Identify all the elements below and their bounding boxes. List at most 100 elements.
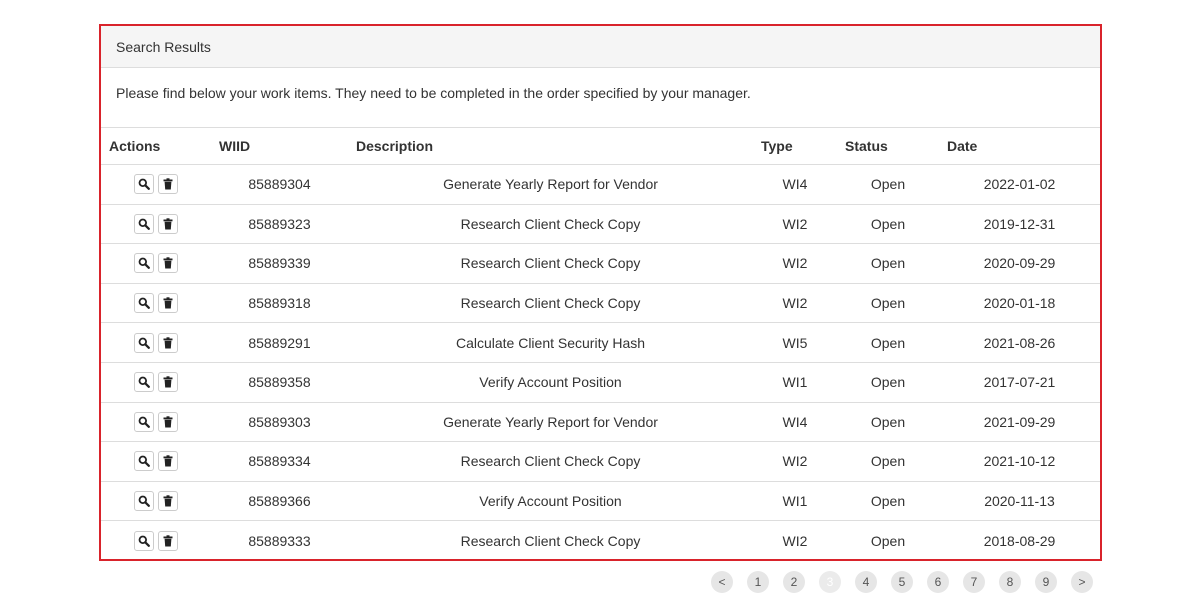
cell-type: WI4 [753,164,837,205]
delete-button[interactable] [158,174,178,195]
page-button-9[interactable]: 9 [1035,571,1057,593]
view-button[interactable] [134,213,154,234]
table-row: 85889304 Generate Yearly Report for Vendo… [101,164,1100,205]
cell-status: Open [837,402,939,443]
cell-type: WI2 [753,441,837,482]
delete-button[interactable] [158,372,178,393]
cell-date: 2021-10-12 [939,441,1100,482]
cell-status: Open [837,164,939,205]
cell-status: Open [837,362,939,403]
row-actions [101,164,211,205]
cell-description: Research Client Check Copy [348,441,753,482]
table-body: 85889304 Generate Yearly Report for Vendo… [101,164,1100,560]
cell-date: 2017-07-21 [939,362,1100,403]
view-button[interactable] [134,174,154,195]
cell-description: Research Client Check Copy [348,243,753,284]
row-actions [101,481,211,522]
cell-wiid: 85889366 [211,481,348,522]
cell-wiid: 85889334 [211,441,348,482]
delete-button[interactable] [158,530,178,551]
delete-button[interactable] [158,491,178,512]
prev-page-button[interactable]: < [711,571,733,593]
cell-date: 2021-08-26 [939,322,1100,363]
cell-wiid: 85889303 [211,402,348,443]
cell-date: 2022-01-02 [939,164,1100,205]
cell-wiid: 85889318 [211,283,348,324]
cell-date: 2021-09-29 [939,402,1100,443]
table-header-row: Actions WIID Description Type Status Dat… [101,128,1100,165]
delete-button[interactable] [158,253,178,274]
cell-type: WI2 [782,532,808,549]
delete-button[interactable] [158,213,178,234]
view-button[interactable] [134,372,154,393]
column-header-status: Status [837,128,939,165]
view-button[interactable] [134,451,154,472]
page-button-2[interactable]: 2 [783,571,805,593]
view-button[interactable] [134,491,154,512]
page-button-8[interactable]: 8 [999,571,1021,593]
cell-description: Generate Yearly Report for Vendor [348,164,753,205]
column-header-wiid: WIID [211,128,348,165]
cell-status: Open [837,243,939,284]
delete-button[interactable] [158,332,178,353]
view-button[interactable] [134,253,154,274]
cell-description: Verify Account Position [348,481,753,522]
cell-type: WI2 [753,243,837,284]
column-header-actions: Actions [101,128,211,165]
cell-wiid: 85889304 [211,164,348,205]
table-row: 85889339 Research Client Check Copy WI2 Ope… [101,243,1100,284]
cell-description: Research Client Check Copy [460,532,641,549]
view-button[interactable] [134,293,154,314]
cell-wiid: 85889339 [211,243,348,284]
table-row: 85889318 Research Client Check Copy WI2 Ope… [101,283,1100,324]
view-button[interactable] [134,332,154,353]
row-actions [101,283,211,324]
cell-type: WI2 [753,283,837,324]
row-actions [101,362,211,403]
page-button-4[interactable]: 4 [855,571,877,593]
cell-type: WI4 [753,402,837,443]
table-row: 85889334 Research Client Check Copy WI2 Ope… [101,441,1100,482]
table-row: 85889366 Verify Account Position WI1 Open 20… [101,481,1100,522]
cell-description: Calculate Client Security Hash [348,322,753,363]
cell-date: 2018-08-29 [983,532,1056,549]
row-actions [101,243,211,284]
column-header-type: Type [753,128,837,165]
view-button[interactable] [134,530,154,551]
delete-button[interactable] [158,411,178,432]
cell-description: Research Client Check Copy [348,283,753,324]
table-row: 85889291 Calculate Client Security Hash WI… [101,322,1100,363]
cell-status: Open [837,441,939,482]
cell-status: Open [837,283,939,324]
cell-description: Research Client Check Copy [348,204,753,245]
next-page-button[interactable]: > [1071,571,1093,593]
work-items-table: Actions WIID Description Type Status Dat… [101,128,1100,560]
cell-date: 2020-11-13 [939,481,1100,522]
page-button-7[interactable]: 7 [963,571,985,593]
delete-button[interactable] [158,293,178,314]
column-header-description: Description [348,128,753,165]
cell-type: WI5 [753,322,837,363]
delete-button[interactable] [158,451,178,472]
table-row: 85889323 Research Client Check Copy WI2 Ope… [101,204,1100,245]
view-button[interactable] [134,411,154,432]
search-results-panel: Search Results Please find below your wo… [99,24,1102,561]
cell-description: Verify Account Position [348,362,753,403]
cell-status: Open [837,322,939,363]
page-button-5[interactable]: 5 [891,571,913,593]
page-button-6[interactable]: 6 [927,571,949,593]
page-button-1[interactable]: 1 [747,571,769,593]
cell-date: 2020-09-29 [939,243,1100,284]
cell-type: WI1 [753,362,837,403]
page-button-3[interactable]: 3 [819,571,841,593]
table-row: 85889358 Verify Account Position WI1 Open 20… [101,362,1100,403]
row-actions [101,322,211,363]
cell-date: 2019-12-31 [939,204,1100,245]
cell-wiid: 85889291 [211,322,348,363]
cell-wiid: 85889333 [248,532,311,549]
cell-status: Open [870,532,906,549]
cell-type: WI2 [753,204,837,245]
row-actions [101,441,211,482]
cell-wiid: 85889358 [211,362,348,403]
row-actions [101,521,211,560]
